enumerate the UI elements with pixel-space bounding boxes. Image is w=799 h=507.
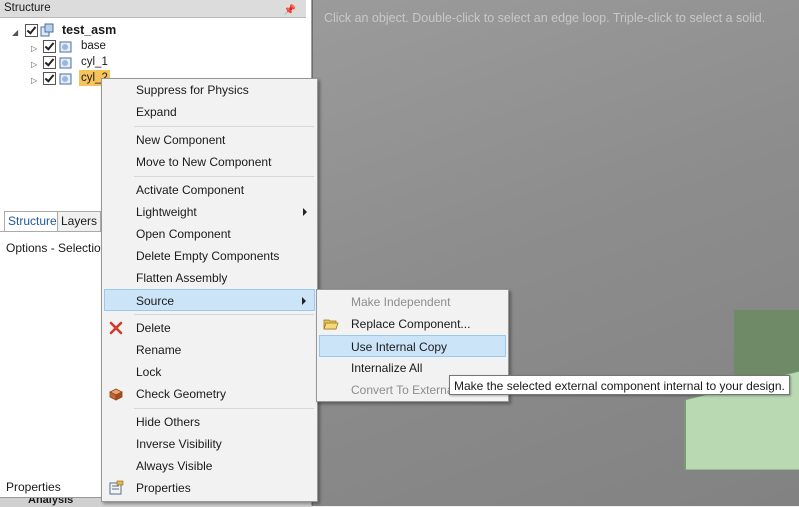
menu-item-lock[interactable]: Lock — [104, 361, 315, 383]
folder-open-icon — [323, 319, 339, 330]
menu-item-delete-empty-components[interactable]: Delete Empty Components — [104, 245, 315, 267]
menu-item-expand[interactable]: Expand — [104, 101, 315, 123]
panel-title-text: Structure — [4, 2, 51, 14]
tooltip: Make the selected external component int… — [449, 375, 790, 395]
tree-row-base[interactable]: ▷ base — [0, 38, 300, 54]
collapse-arrow-icon[interactable]: ◢ — [12, 25, 20, 37]
properties-label: Properties — [6, 480, 61, 494]
menu-item-lightweight[interactable]: Lightweight — [104, 201, 315, 223]
menu-label: Make Independent — [351, 295, 451, 309]
menu-label: Inverse Visibility — [136, 437, 222, 451]
menu-item-inverse-visibility[interactable]: Inverse Visibility — [104, 433, 315, 455]
menu-item-delete[interactable]: Delete — [104, 317, 315, 339]
tree-label: base — [81, 40, 106, 52]
menu-separator — [134, 126, 314, 127]
visibility-checkbox[interactable] — [43, 40, 56, 53]
menu-item-properties[interactable]: Properties — [104, 477, 315, 499]
component-icon — [59, 41, 72, 53]
menu-label: Always Visible — [136, 459, 213, 473]
tab-layers[interactable]: Layers — [57, 211, 102, 232]
menu-item-new-component[interactable]: New Component — [104, 129, 315, 151]
menu-label: Flatten Assembly — [136, 271, 228, 285]
menu-item-flatten-assembly[interactable]: Flatten Assembly — [104, 267, 315, 289]
menu-label: Internalize All — [351, 361, 423, 375]
menu-label: Open Component — [136, 227, 231, 241]
menu-label: Hide Others — [136, 415, 201, 429]
tree-label: cyl_1 — [81, 56, 108, 68]
menu-label: Convert To External — [351, 383, 457, 397]
viewport-hint: Click an object. Double-click to select … — [324, 11, 766, 25]
menu-label: Source — [136, 294, 175, 308]
tree-row-test-asm[interactable]: ◢ test_asm — [0, 22, 300, 38]
expand-arrow-icon[interactable]: ▷ — [31, 73, 39, 85]
menu-label: Move to New Component — [136, 155, 272, 169]
design-viewport[interactable]: Click an object. Double-click to select … — [312, 0, 799, 506]
menu-item-activate-component[interactable]: Activate Component — [104, 179, 315, 201]
assembly-icon — [40, 23, 54, 37]
menu-separator — [134, 176, 314, 177]
menu-label: New Component — [136, 133, 226, 147]
component-icon — [59, 73, 72, 85]
options-selection-label: Options - Selection — [6, 241, 108, 255]
menu-label: Replace Component... — [351, 317, 471, 331]
tree-row-cyl-1[interactable]: ▷ cyl_1 — [0, 54, 300, 70]
menu-label: Delete Empty Components — [136, 249, 280, 263]
submenu-arrow-icon — [303, 208, 307, 216]
menu-label: Suppress for Physics — [136, 83, 249, 97]
context-menu: Suppress for Physics Expand New Componen… — [101, 78, 318, 502]
visibility-checkbox[interactable] — [43, 72, 56, 85]
menu-label: Lightweight — [136, 205, 197, 219]
menu-item-move-to-new-component[interactable]: Move to New Component — [104, 151, 315, 173]
menu-label: Delete — [136, 321, 171, 335]
menu-item-always-visible[interactable]: Always Visible — [104, 455, 315, 477]
menu-label: Use Internal Copy — [351, 340, 448, 354]
delete-x-icon — [109, 321, 123, 335]
menu-item-replace-component[interactable]: Replace Component... — [319, 313, 506, 335]
check-geometry-icon — [109, 388, 123, 401]
menu-item-source[interactable]: Source — [104, 289, 315, 311]
menu-label: Activate Component — [136, 183, 245, 197]
menu-separator — [134, 314, 314, 315]
menu-separator — [134, 408, 314, 409]
submenu-arrow-icon — [302, 297, 306, 305]
properties-icon — [109, 480, 124, 495]
menu-item-check-geometry[interactable]: Check Geometry — [104, 383, 315, 405]
menu-item-hide-others[interactable]: Hide Others — [104, 411, 315, 433]
menu-item-suppress-for-physics[interactable]: Suppress for Physics — [104, 79, 315, 101]
expand-arrow-icon[interactable]: ▷ — [31, 41, 39, 53]
tab-structure[interactable]: Structure — [4, 211, 61, 232]
component-icon — [59, 57, 72, 69]
tree-label: test_asm — [62, 23, 117, 37]
pin-icon[interactable]: 📌 — [284, 2, 296, 19]
menu-label: Rename — [136, 343, 182, 357]
structure-panel-title: Structure 📌 — [0, 0, 306, 18]
expand-arrow-icon[interactable]: ▷ — [31, 57, 39, 69]
menu-label: Lock — [136, 365, 162, 379]
visibility-checkbox[interactable] — [25, 24, 38, 37]
menu-label: Check Geometry — [136, 387, 227, 401]
menu-item-make-independent: Make Independent — [319, 291, 506, 313]
menu-item-rename[interactable]: Rename — [104, 339, 315, 361]
visibility-checkbox[interactable] — [43, 56, 56, 69]
menu-label: Properties — [136, 481, 191, 495]
menu-label: Expand — [136, 105, 177, 119]
menu-item-use-internal-copy[interactable]: Use Internal Copy — [319, 335, 506, 357]
menu-item-open-component[interactable]: Open Component — [104, 223, 315, 245]
analysis-label: Analysis — [28, 497, 74, 506]
